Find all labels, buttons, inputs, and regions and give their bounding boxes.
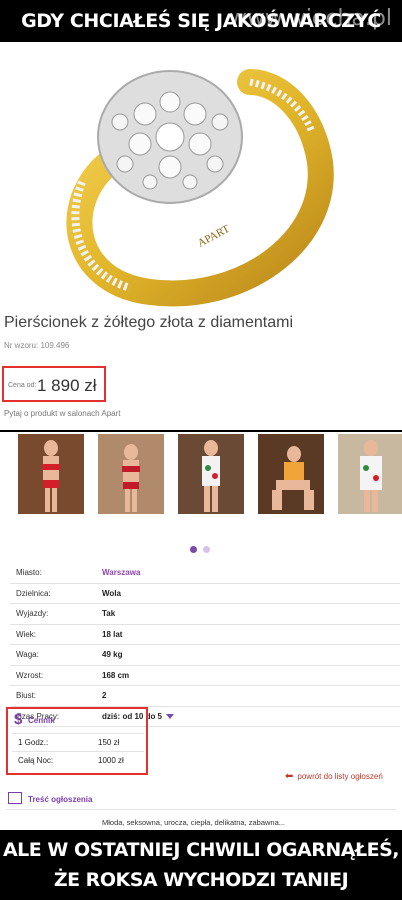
price-row-value: 150 zł: [98, 738, 120, 747]
diamond-cluster: [97, 70, 243, 204]
table-row: Miasto: Warszawa: [10, 563, 400, 584]
carousel-dot[interactable]: [203, 546, 210, 553]
description-text: Młoda, seksowna, urocza, ciepła, delikat…: [102, 818, 286, 827]
photo-thumbnail[interactable]: [18, 434, 84, 514]
price-row: 1 Godz.: 150 zł: [12, 733, 144, 750]
photo-thumbnail[interactable]: [258, 434, 324, 514]
detail-label: Biust:: [16, 691, 37, 701]
model-number: Nr wzoru: 109.496: [4, 341, 70, 350]
back-to-list-link[interactable]: ⬅ powrót do listy ogłoszeń: [285, 771, 383, 782]
detail-value: 49 kg: [102, 650, 123, 660]
chevron-down-icon[interactable]: [166, 714, 175, 720]
ask-in-store-text: Pytaj o produkt w salonach Apart: [4, 409, 121, 418]
ring-engraving: APART: [196, 223, 232, 250]
arrow-left-icon: ⬅: [285, 771, 294, 782]
photo-strip: [18, 434, 402, 514]
ring-product-panel: APART Pierścionek z żółtego złota z diam…: [0, 42, 402, 430]
detail-label: Wzrost:: [16, 670, 44, 680]
bottom-caption-line1: ALE W OSTATNIEJ CHWILI OGARNĄŁEŚ,: [2, 839, 400, 861]
table-row: Waga: 49 kg: [10, 645, 400, 666]
detail-label: Miasto:: [16, 568, 42, 578]
photo-thumbnail[interactable]: [338, 434, 402, 514]
photo-thumbnail[interactable]: [178, 434, 244, 514]
table-row: Biust: 2: [10, 686, 400, 707]
table-row: Wyjazdy: Tak: [10, 604, 400, 625]
bottom-caption-line2: ŻE ROKSA WYCHODZI TANIEJ: [53, 869, 349, 891]
price-label: Cena od:: [8, 382, 37, 389]
back-to-list-label: powrót do listy ogłoszeń: [297, 772, 383, 781]
watermark: www.wiocha.pl: [228, 6, 392, 31]
pricing-title: Cennik: [28, 716, 55, 725]
bottom-caption: ALE W OSTATNIEJ CHWILI OGARNĄŁEŚ, ŻE ROK…: [0, 830, 402, 900]
price-row-label: Całą Noc:: [18, 756, 54, 765]
product-title[interactable]: Pierścionek z żółtego złota z diamentami: [4, 314, 293, 332]
detail-label: Wiek:: [16, 629, 36, 639]
price-row-label: 1 Godz.:: [18, 738, 49, 747]
detail-value: 18 lat: [102, 629, 123, 639]
pricing-section: $ Cennik 1 Godz.: 150 zł Całą Noc: 1000 …: [6, 707, 148, 775]
price-value: 1 890 zł: [37, 376, 97, 395]
detail-value: Wola: [102, 588, 121, 598]
detail-value[interactable]: Warszawa: [98, 568, 400, 577]
detail-label: Wyjazdy:: [16, 609, 49, 619]
photo-thumbnail[interactable]: [98, 434, 164, 514]
carousel-dot[interactable]: [190, 546, 197, 553]
table-row: Dzielnica: Wola: [10, 584, 400, 604]
carousel-dots: [190, 546, 210, 553]
edit-document-icon: [8, 792, 22, 804]
detail-label: Waga:: [16, 650, 39, 660]
listing-panel: Miasto: Warszawa Dzielnica: Wola Wyjazdy: T…: [0, 432, 402, 830]
details-table: Miasto: Warszawa Dzielnica: Wola Wyjazdy: T…: [10, 563, 400, 727]
detail-value: Tak: [102, 609, 116, 619]
detail-label: Dzielnica:: [16, 588, 51, 598]
description-title: Treść ogłoszenia: [28, 795, 93, 804]
price-row: Całą Noc: 1000 zł: [12, 751, 144, 768]
price-row-value: 1000 zł: [98, 756, 124, 765]
detail-value: 2: [102, 691, 107, 701]
table-row: Wiek: 18 lat: [10, 625, 400, 645]
table-row: Wzrost: 168 cm: [10, 666, 400, 686]
price-box: Cena od: 1 890 zł: [2, 366, 106, 402]
description-divider: [6, 809, 396, 810]
dollar-icon: $: [14, 711, 23, 728]
detail-value: 168 cm: [102, 670, 130, 680]
ring-image: APART: [66, 69, 334, 307]
